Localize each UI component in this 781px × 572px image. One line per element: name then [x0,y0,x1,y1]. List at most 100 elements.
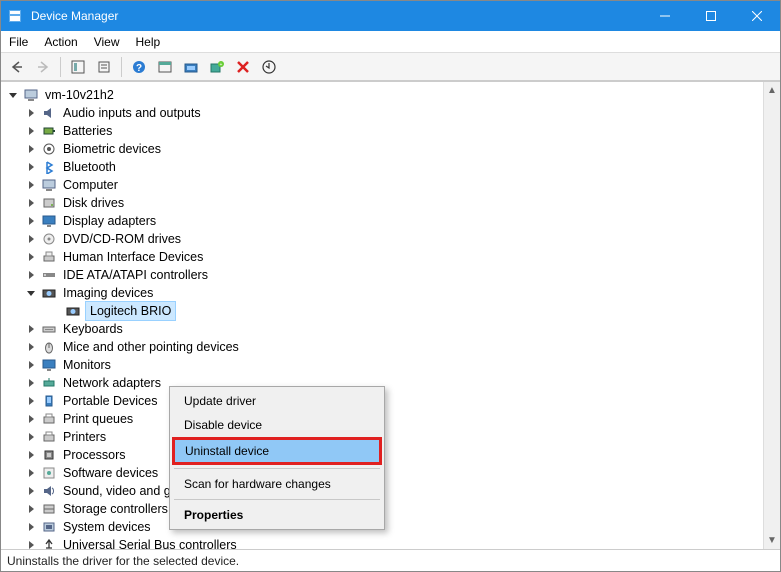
category-label: Network adapters [61,374,163,392]
tree-category[interactable]: Disk drives [1,194,763,212]
menu-action[interactable]: Action [44,35,77,49]
tree-category[interactable]: Human Interface Devices [1,248,763,266]
vertical-scrollbar[interactable]: ▲ ▼ [763,82,780,549]
maximize-button[interactable] [688,1,734,31]
context-uninstall-device[interactable]: Uninstall device [172,437,382,465]
expand-collapse-icon[interactable] [25,143,37,155]
context-disable-device[interactable]: Disable device [172,413,382,437]
expand-collapse-icon[interactable] [25,269,37,281]
toolbar: ? + [1,53,780,81]
menu-view[interactable]: View [94,35,120,49]
statusbar: Uninstalls the driver for the selected d… [1,549,780,571]
expand-collapse-icon[interactable] [25,359,37,371]
expand-collapse-icon[interactable] [25,341,37,353]
expand-collapse-icon[interactable] [25,215,37,227]
context-scan-hardware[interactable]: Scan for hardware changes [172,472,382,496]
tree-category[interactable]: IDE ATA/ATAPI controllers [1,266,763,284]
device-tree[interactable]: vm-10v21h2 Audio inputs and outputsBatte… [1,82,763,549]
expand-collapse-icon[interactable] [25,233,37,245]
tree-category[interactable]: Mice and other pointing devices [1,338,763,356]
category-icon [41,447,57,463]
context-update-driver[interactable]: Update driver [172,389,382,413]
category-label: IDE ATA/ATAPI controllers [61,266,210,284]
category-label: Imaging devices [61,284,155,302]
category-icon [41,249,57,265]
close-button[interactable] [734,1,780,31]
context-separator [174,499,380,500]
category-icon [41,411,57,427]
expand-collapse-icon[interactable] [25,521,37,533]
computer-icon [23,87,39,103]
category-icon [41,231,57,247]
menu-file[interactable]: File [9,35,28,49]
update-driver-button[interactable] [257,56,281,78]
menu-help[interactable]: Help [136,35,161,49]
expand-collapse-icon[interactable] [25,539,37,549]
add-hardware-button[interactable]: + [205,56,229,78]
window-title: Device Manager [29,9,642,23]
tree-root[interactable]: vm-10v21h2 [1,86,763,104]
scan-hardware-button[interactable] [179,56,203,78]
expand-collapse-icon[interactable] [25,503,37,515]
category-label: Portable Devices [61,392,160,410]
expand-collapse-icon[interactable] [25,413,37,425]
tree-category[interactable]: Display adapters [1,212,763,230]
expand-collapse-icon[interactable] [25,125,37,137]
help-button[interactable]: ? [127,56,151,78]
category-label: Display adapters [61,212,158,230]
expand-collapse-icon[interactable] [25,467,37,479]
category-label: Batteries [61,122,114,140]
expand-collapse-icon[interactable] [25,449,37,461]
category-icon [41,195,57,211]
expand-collapse-icon[interactable] [25,395,37,407]
expand-collapse-icon[interactable] [25,107,37,119]
tree-category[interactable]: Monitors [1,356,763,374]
context-properties[interactable]: Properties [172,503,382,527]
tree-category[interactable]: Computer [1,176,763,194]
category-label: DVD/CD-ROM drives [61,230,183,248]
expand-collapse-icon[interactable] [25,377,37,389]
tree-category[interactable]: Keyboards [1,320,763,338]
expand-collapse-icon[interactable] [25,431,37,443]
category-icon [41,339,57,355]
show-hide-console-tree-button[interactable] [66,56,90,78]
properties-button[interactable] [92,56,116,78]
category-icon [41,267,57,283]
category-label: Monitors [61,356,113,374]
expand-collapse-icon[interactable] [25,197,37,209]
scroll-down-button[interactable]: ▼ [764,532,780,549]
forward-button[interactable] [31,56,55,78]
category-label: Bluetooth [61,158,118,176]
uninstall-button[interactable] [231,56,255,78]
tree-category[interactable]: Batteries [1,122,763,140]
menubar: File Action View Help [1,31,780,53]
tree-device[interactable]: Logitech BRIO [1,302,763,320]
expand-collapse-icon[interactable] [25,323,37,335]
category-icon [41,213,57,229]
category-label: Audio inputs and outputs [61,104,203,122]
expand-collapse-icon[interactable] [7,89,19,101]
tree-category[interactable]: Universal Serial Bus controllers [1,536,763,549]
titlebar: Device Manager [1,1,780,31]
category-label: Printers [61,428,108,446]
expand-placeholder [49,305,61,317]
tree-category[interactable]: Audio inputs and outputs [1,104,763,122]
expand-collapse-icon[interactable] [25,251,37,263]
expand-collapse-icon[interactable] [25,179,37,191]
expand-collapse-icon[interactable] [25,485,37,497]
minimize-button[interactable] [642,1,688,31]
category-icon [41,357,57,373]
action-button[interactable] [153,56,177,78]
tree-category[interactable]: Biometric devices [1,140,763,158]
category-label: Human Interface Devices [61,248,205,266]
back-button[interactable] [5,56,29,78]
category-label: Universal Serial Bus controllers [61,536,239,549]
tree-category[interactable]: Bluetooth [1,158,763,176]
scroll-up-button[interactable]: ▲ [764,82,780,99]
tree-category[interactable]: DVD/CD-ROM drives [1,230,763,248]
category-label: Storage controllers [61,500,170,518]
tree-category[interactable]: Imaging devices [1,284,763,302]
expand-collapse-icon[interactable] [25,287,37,299]
category-label: Processors [61,446,128,464]
expand-collapse-icon[interactable] [25,161,37,173]
